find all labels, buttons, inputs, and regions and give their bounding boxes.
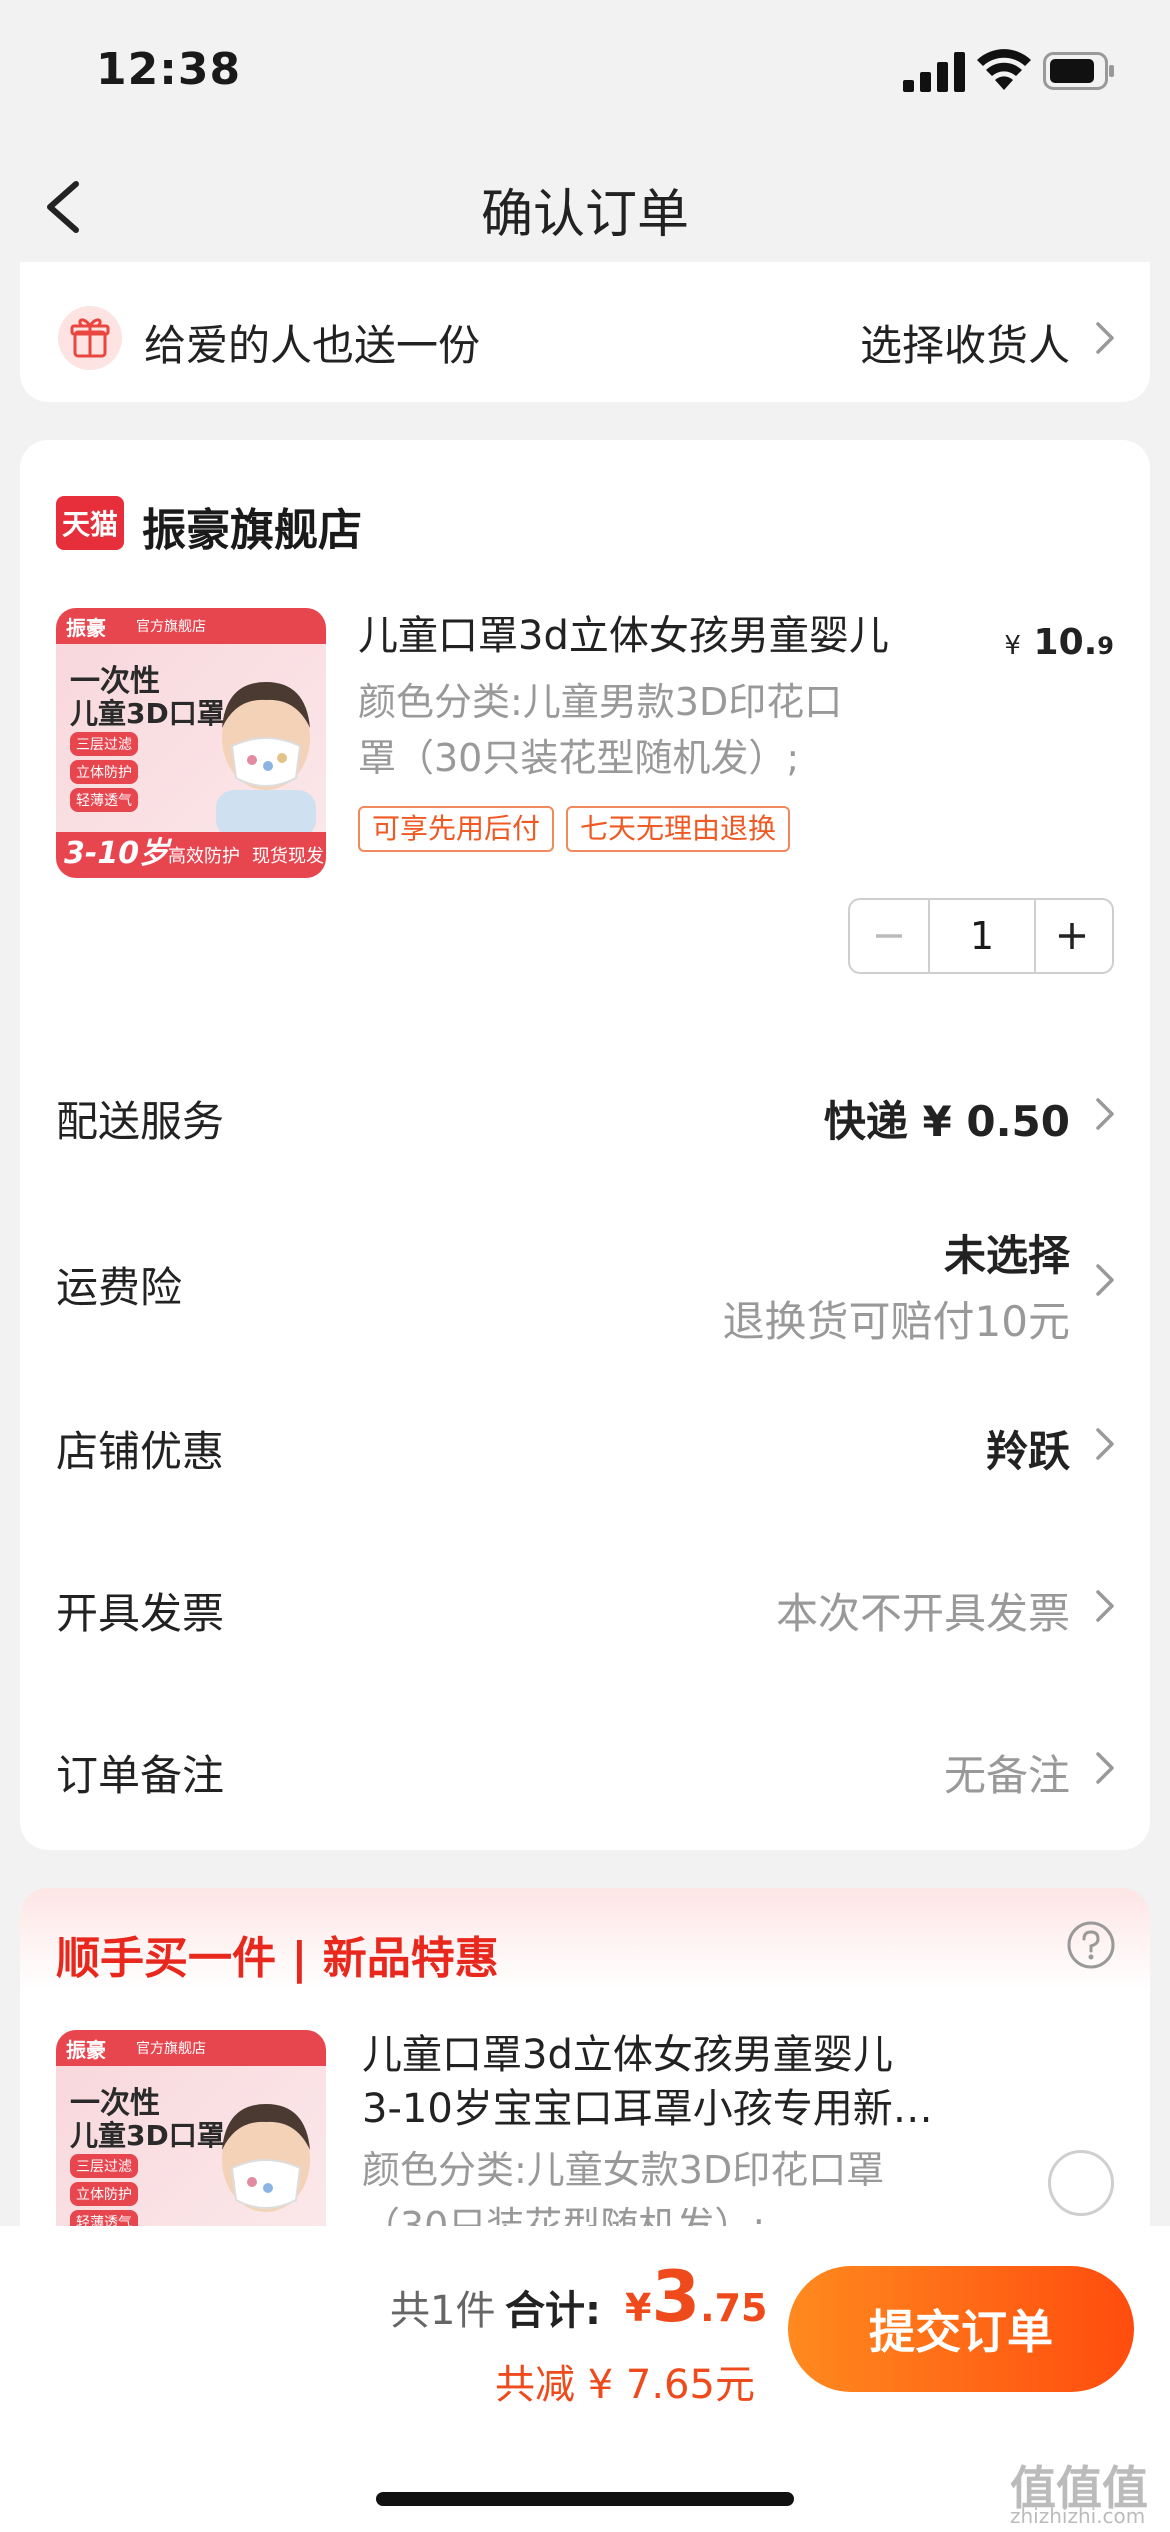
chevron-right-icon xyxy=(1096,1752,1114,1784)
plus-icon[interactable] xyxy=(1032,900,1112,972)
upsell-sku-line1: 颜色分类:儿童女款3D印花口罩 xyxy=(362,2148,885,2192)
chevron-right-icon xyxy=(1096,1590,1114,1622)
upsell-title: 顺手买一件 | 新品特惠 xyxy=(56,1933,499,1984)
home-indicator[interactable] xyxy=(376,2492,794,2506)
select-recipient-link[interactable]: 选择收货人 xyxy=(860,312,1070,373)
upsell-product-title-2[interactable]: 3-10岁宝宝口耳罩小孩专用新… xyxy=(362,2082,933,2136)
chevron-right-icon xyxy=(1096,322,1114,354)
checkout-bar: 共1件 合计: ¥3.75 共减 ¥ 7.65元 提交订单 xyxy=(0,2226,1170,2532)
child-photo-icon xyxy=(216,682,316,838)
store-discount-value[interactable]: 羚跃 xyxy=(986,1418,1070,1479)
gift-text: 给爱的人也送一份 xyxy=(144,321,481,370)
quantity-value[interactable]: 1 xyxy=(928,900,1036,972)
gift-icon xyxy=(58,306,122,370)
order-note-value[interactable]: 无备注 xyxy=(944,1742,1070,1803)
submit-order-button[interactable]: 提交订单 xyxy=(788,2266,1134,2392)
delivery-label: 配送服务 xyxy=(56,1097,225,1146)
gift-card[interactable]: 给爱的人也送一份 选择收货人 xyxy=(20,262,1150,402)
invoice-label: 开具发票 xyxy=(56,1589,225,1638)
tmall-logo: 天猫 xyxy=(56,496,124,550)
shipping-insurance-label: 运费险 xyxy=(56,1263,183,1312)
chevron-right-icon xyxy=(1096,1098,1114,1130)
pay-later-tag: 可享先用后付 xyxy=(358,806,555,852)
store-name[interactable]: 振豪旗舰店 xyxy=(142,494,362,558)
discount-total: 共减 ¥ 7.65元 xyxy=(495,2362,755,2408)
battery-icon xyxy=(1043,52,1114,90)
shipping-insurance-sub: 退换货可赔付10元 xyxy=(722,1297,1070,1346)
cellular-signal-icon xyxy=(903,52,965,92)
return-tag: 七天无理由退换 xyxy=(566,806,791,852)
product-image[interactable]: 振豪 官方旗舰店 一次性 儿童3D口罩 三层过滤 立体防护 轻薄透气 3-10岁… xyxy=(56,608,326,878)
product-price: ¥ 10.9 xyxy=(1004,622,1114,663)
chevron-right-icon xyxy=(1096,1428,1114,1460)
shipping-insurance-value[interactable]: 未选择 xyxy=(944,1222,1070,1283)
product-sku-line1[interactable]: 颜色分类:儿童男款3D印花口 xyxy=(358,674,918,730)
store-discount-label: 店铺优惠 xyxy=(56,1427,225,1476)
wifi-icon xyxy=(977,49,1031,90)
quantity-stepper: 1 xyxy=(848,898,1114,974)
chevron-right-icon xyxy=(1096,1264,1114,1296)
page-title: 确认订单 xyxy=(480,185,689,245)
product-sku-line2[interactable]: 罩（30只装花型随机发）; xyxy=(358,730,918,786)
total-amount: ¥3.75 xyxy=(625,2256,768,2338)
order-card: 天猫 振豪旗舰店 振豪 官方旗舰店 一次性 儿童3D口罩 三层过滤 立体防护 轻… xyxy=(20,440,1150,1850)
order-note-label: 订单备注 xyxy=(56,1751,225,1800)
watermark-url: zhizhizhi.com xyxy=(1010,2504,1146,2528)
item-count: 共1件 xyxy=(390,2288,496,2334)
invoice-value[interactable]: 本次不开具发票 xyxy=(776,1580,1070,1641)
minus-icon[interactable] xyxy=(850,900,928,972)
upsell-select-radio[interactable] xyxy=(1048,2150,1114,2216)
product-title[interactable]: 儿童口罩3d立体女孩男童婴儿 xyxy=(358,610,889,662)
thumb-brand: 振豪 xyxy=(66,616,106,640)
help-icon[interactable] xyxy=(1066,1920,1116,1970)
upsell-product-title-1[interactable]: 儿童口罩3d立体女孩男童婴儿 xyxy=(362,2028,893,2082)
child-photo-icon xyxy=(222,2104,310,2212)
status-time: 12:38 xyxy=(96,44,242,95)
total-label: 合计: xyxy=(505,2288,601,2334)
upsell-product-image[interactable]: 振豪 官方旗舰店 一次性 儿童3D口罩 三层过滤 立体防护 轻薄透气 xyxy=(56,2030,326,2230)
delivery-value[interactable]: 快递 ¥ 0.50 xyxy=(824,1088,1070,1149)
